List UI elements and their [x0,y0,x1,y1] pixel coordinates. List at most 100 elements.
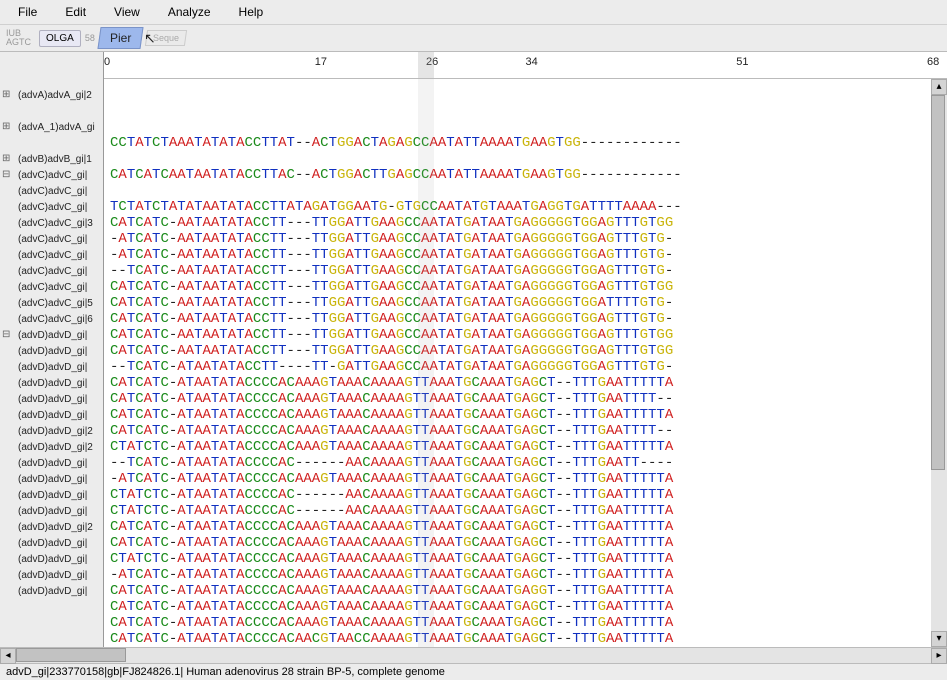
sequence-names-column[interactable]: ⊞(advA)advA_gi|2⊞(advA_1)advA_gi⊞(advB)a… [0,79,104,647]
sequence-name-label: (advD)advD_gi| [18,330,87,341]
collapse-icon[interactable]: ⊟ [2,169,18,181]
sequence-name-row[interactable]: (advC)advC_gi| [0,199,103,215]
sequence-name-row[interactable]: (advD)advD_gi| [0,343,103,359]
sequence-name-row[interactable]: (advD)advD_gi| [0,535,103,551]
sequence-row[interactable]: CCTATCTAAATATATACCTTAT--ACTGGACTAGAGCCAA… [104,135,947,151]
sequence-row[interactable]: CATCATC-ATAATATACCCCACAAAGTAAACAAAAGTTAA… [104,599,947,615]
sequence-row[interactable]: --TCATC-ATAATATACCCCAC------AACAAAAGTTAA… [104,455,947,471]
sequence-name-row[interactable]: (advD)advD_gi|2 [0,423,103,439]
sequence-row[interactable]: --TCATC-AATAATATACCTT---TTGGATTGAAGCCAAT… [104,263,947,279]
menu-item-edit[interactable]: Edit [51,2,100,22]
sequence-name-row[interactable]: (advD)advD_gi| [0,391,103,407]
sequence-row[interactable]: CATCATC-ATAATATACCCCACAAAGTAAACAAAAGTTAA… [104,535,947,551]
blank-row [104,183,947,199]
sequence-name-label: (advD)advD_gi| [18,490,87,501]
menu-item-help[interactable]: Help [225,2,278,22]
sequence-name-row[interactable]: (advD)advD_gi| [0,503,103,519]
sequence-name-label: (advB)advB_gi|1 [18,154,92,165]
position-ruler[interactable]: 01726345168 [104,52,947,79]
sequence-name-label: (advC)advC_gi| [18,234,87,245]
vscroll-thumb[interactable] [931,95,945,470]
sequence-name-row[interactable]: (advC)advC_gi|5 [0,295,103,311]
horizontal-scrollbar[interactable]: ◂ ▸ [0,647,947,663]
sequence-row[interactable]: CATCATC-ATAATATACCCCACAAAGTAAACAAAAGTTAA… [104,423,947,439]
sequence-name-row[interactable]: (advD)advD_gi|2 [0,519,103,535]
sequence-name-row[interactable]: ⊟(advD)advD_gi| [0,327,103,343]
sequence-name-row[interactable]: (advD)advD_gi| [0,407,103,423]
sequence-row[interactable]: CATCATC-ATAATATACCCCACAAAGTAAACAAAAGTTAA… [104,375,947,391]
sequence-name-row[interactable]: (advD)advD_gi| [0,487,103,503]
sequence-row[interactable]: CTATCTC-ATAATATACCCCAC------AACAAAAGTTAA… [104,503,947,519]
sequence-name-label: (advD)advD_gi| [18,554,87,565]
sequence-name-row[interactable]: ⊞(advB)advB_gi|1 [0,151,103,167]
sequence-row[interactable]: CATCATC-AATAATATACCTT---TTGGATTGAAGCCAAT… [104,279,947,295]
sequence-row[interactable]: CTATCTC-ATAATATACCCCACAAAGTAAACAAAAGTTAA… [104,551,947,567]
vscroll-track[interactable] [931,95,947,631]
sequence-name-label: (advC)advC_gi| [18,250,87,261]
sequence-name-label: (advC)advC_gi| [18,202,87,213]
sequence-name-label: (advD)advD_gi| [18,378,87,389]
sequence-name-label: (advC)advC_gi|6 [18,314,93,325]
sequence-row[interactable]: -ATCATC-ATAATATACCCCACAAAGTAAACAAAAGTTAA… [104,471,947,487]
tool-seq-button[interactable]: Seque [145,30,187,46]
sequence-name-row[interactable]: (advD)advD_gi| [0,583,103,599]
sequence-row[interactable]: TCTATCTATATAATATACCTTATAGATGGAATG-GTGCCA… [104,199,947,215]
sequence-name-row[interactable]: (advC)advC_gi| [0,263,103,279]
sequence-name-row[interactable]: (advD)advD_gi| [0,567,103,583]
sequence-row[interactable]: CTATCTC-ATAATATACCCCACAAAGTAAACAAAAGTTAA… [104,439,947,455]
scroll-right-icon[interactable]: ▸ [931,648,947,664]
sequence-row[interactable]: CATCATC-ATAATATACCCCACAAAGTAAACAAAAGTTAA… [104,519,947,535]
sequence-row[interactable]: CATCATC-AATAATATACCTT---TTGGATTGAAGCCAAT… [104,311,947,327]
sequence-row[interactable]: CATCATC-AATAATATACCTT---TTGGATTGAAGCCAAT… [104,343,947,359]
sequence-name-label: (advD)advD_gi|2 [18,426,93,437]
menu-item-view[interactable]: View [100,2,154,22]
sequence-name-row[interactable]: ⊞(advA)advA_gi|2 [0,87,103,103]
collapse-icon[interactable]: ⊟ [2,329,18,341]
scroll-up-icon[interactable]: ▴ [931,79,947,95]
sequence-row[interactable]: -ATCATC-AATAATATACCTT---TTGGATTGAAGCCAAT… [104,231,947,247]
sequence-name-row[interactable]: ⊟(advC)advC_gi| [0,167,103,183]
tool-olga-button[interactable]: OLGA [39,30,81,47]
sequence-row[interactable]: CATCATC-ATAATATACCCCACAAAGTAAACAAAAGTTAA… [104,583,947,599]
sequence-row[interactable]: CATCATC-ATAATATACCCCACAAAGTAAACAAAAGTTAA… [104,391,947,407]
sequence-row[interactable]: -ATCATC-ATAATATACCCCACAAAGTAAACAAAAGTTAA… [104,567,947,583]
sequence-alignment-area[interactable]: CCTATCTAAATATATACCTTAT--ACTGGACTAGAGCCAA… [104,79,947,647]
sequence-row[interactable]: CATCATC-ATAATATACCCCACAAAGTAAACAAAAGTTAA… [104,407,947,423]
sequence-name-row[interactable]: ⊞(advA_1)advA_gi [0,119,103,135]
sequence-row[interactable]: CATCATC-ATAATATACCCCACAACGTAACCAAAAGTTAA… [104,631,947,647]
sequence-name-row[interactable]: (advC)advC_gi|6 [0,311,103,327]
sequence-row[interactable]: --TCATC-ATAATATACCTT----TT-GATTGAAGCCAAT… [104,359,947,375]
menu-item-analyze[interactable]: Analyze [154,2,225,22]
sequence-row[interactable]: CATCATC-ATAATATACCCCACAAAGTAAACAAAAGTTAA… [104,615,947,631]
scroll-down-icon[interactable]: ▾ [931,631,947,647]
sequence-name-row[interactable]: (advC)advC_gi| [0,247,103,263]
sequence-row[interactable]: CATCATC-AATAATATACCTT---TTGGATTGAAGCCAAT… [104,215,947,231]
sequence-name-row[interactable]: (advC)advC_gi| [0,231,103,247]
tool-pier-button[interactable]: Pier [97,27,143,49]
sequence-name-row[interactable]: (advD)advD_gi| [0,471,103,487]
expand-icon[interactable]: ⊞ [2,121,18,133]
sequence-name-row[interactable]: (advD)advD_gi| [0,375,103,391]
hscroll-track[interactable] [16,648,931,663]
sequence-row[interactable]: CTATCTC-ATAATATACCCCAC------AACAAAAGTTAA… [104,487,947,503]
expand-icon[interactable]: ⊞ [2,153,18,165]
sequence-name-row[interactable]: (advC)advC_gi| [0,279,103,295]
sequence-name-row[interactable]: (advC)advC_gi| [0,183,103,199]
hscroll-thumb[interactable] [16,648,126,662]
sequence-name-row[interactable]: (advD)advD_gi| [0,551,103,567]
sequence-name-row[interactable]: (advC)advC_gi|3 [0,215,103,231]
sequence-row[interactable]: -ATCATC-AATAATATACCTT---TTGGATTGAAGCCAAT… [104,247,947,263]
expand-icon[interactable]: ⊞ [2,89,18,101]
status-text: advD_gi|233770158|gb|FJ824826.1| Human a… [6,666,445,678]
sequence-row[interactable]: CATCATC-AATAATATACCTT---TTGGATTGAAGCCAAT… [104,327,947,343]
sequence-name-label: (advC)advC_gi| [18,266,87,277]
sequence-row[interactable]: CATCATC-AATAATATACCTT---TTGGATTGAAGCCAAT… [104,295,947,311]
menu-item-file[interactable]: File [4,2,51,22]
menubar: FileEditViewAnalyzeHelp [0,0,947,25]
vertical-scrollbar[interactable]: ▴ ▾ [931,79,947,647]
sequence-name-row[interactable]: (advD)advD_gi| [0,359,103,375]
sequence-name-row[interactable]: (advD)advD_gi|2 [0,439,103,455]
sequence-row[interactable]: CATCATCAATAATATACCTTAC--ACTGGACTTGAGCCAA… [104,167,947,183]
scroll-left-icon[interactable]: ◂ [0,648,16,664]
sequence-name-row[interactable]: (advD)advD_gi| [0,455,103,471]
